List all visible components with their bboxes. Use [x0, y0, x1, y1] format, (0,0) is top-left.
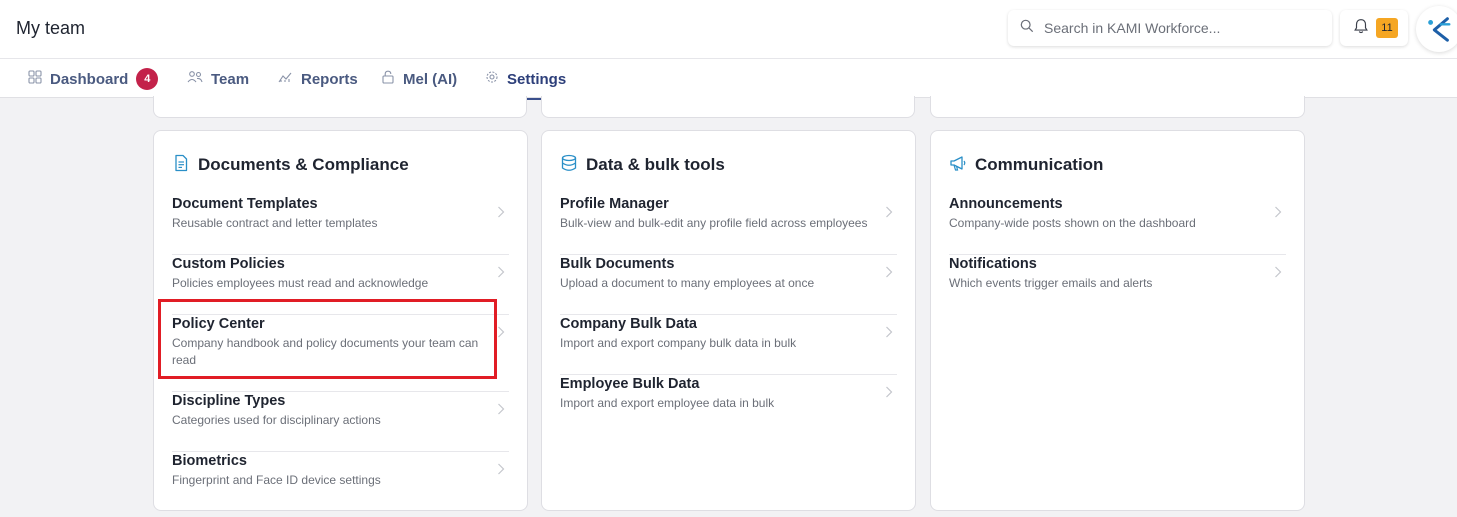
card-communication: Communication Announcements Company-wide… — [930, 130, 1305, 511]
bell-icon — [1352, 17, 1370, 40]
card-header: Documents & Compliance — [172, 131, 509, 195]
gear-icon — [485, 70, 499, 88]
lock-icon — [381, 70, 395, 88]
card-header: Communication — [949, 131, 1286, 195]
dashboard-badge: 4 — [136, 68, 159, 90]
card-title: Communication — [975, 155, 1104, 174]
card-title: Documents & Compliance — [198, 155, 409, 174]
card-data-bulk-tools: Data & bulk tools Profile Manager Bulk-v… — [541, 130, 916, 511]
item-description: Reusable contract and letter templates — [172, 216, 378, 230]
item-title: Discipline Types — [172, 393, 286, 409]
card-above-right — [930, 96, 1305, 118]
kami-logo-icon[interactable] — [1416, 6, 1457, 52]
tab-label: Settings — [507, 70, 567, 88]
item-title: Announcements — [949, 196, 1063, 212]
item-description: Policies employees must read and acknowl… — [172, 276, 429, 290]
settings-item-bulk-documents[interactable]: Bulk Documents Upload a document to many… — [560, 255, 897, 315]
tab-label: Dashboard — [50, 70, 129, 88]
item-description: Import and export employee data in bulk — [560, 396, 775, 410]
settings-item-document-templates[interactable]: Document Templates Reusable contract and… — [172, 195, 509, 255]
tab-team[interactable]: Team — [187, 59, 249, 99]
settings-item-notifications[interactable]: Notifications Which events trigger email… — [949, 255, 1286, 315]
megaphone-icon — [949, 154, 967, 177]
item-title: Bulk Documents — [560, 256, 675, 272]
settings-item-announcements[interactable]: Announcements Company-wide posts shown o… — [949, 195, 1286, 255]
grid-icon — [28, 70, 42, 88]
document-icon — [172, 154, 190, 177]
chevron-right-icon — [497, 205, 505, 223]
card-title: Data & bulk tools — [586, 155, 725, 174]
chevron-right-icon — [885, 205, 893, 223]
item-description: Which events trigger emails and alerts — [949, 276, 1153, 290]
settings-item-biometrics[interactable]: Biometrics Fingerprint and Face ID devic… — [172, 452, 509, 512]
settings-item-employee-bulk-data[interactable]: Employee Bulk Data Import and export emp… — [560, 375, 897, 435]
settings-item-discipline-types[interactable]: Discipline Types Categories used for dis… — [172, 392, 509, 452]
chevron-right-icon — [497, 325, 505, 343]
tab-reports[interactable]: Reports — [277, 59, 358, 99]
item-title: Custom Policies — [172, 256, 285, 272]
search-input[interactable] — [1044, 20, 1324, 36]
tab-dashboard[interactable]: Dashboard 4 — [28, 59, 159, 99]
settings-item-profile-manager[interactable]: Profile Manager Bulk-view and bulk-edit … — [560, 195, 897, 255]
highlight-box-policy-center — [158, 299, 497, 379]
item-title: Company Bulk Data — [560, 316, 697, 332]
item-description: Company-wide posts shown on the dashboar… — [949, 216, 1196, 230]
settings-item-company-bulk-data[interactable]: Company Bulk Data Import and export comp… — [560, 315, 897, 375]
item-title: Document Templates — [172, 196, 318, 212]
notification-count-badge: 11 — [1376, 18, 1398, 38]
tab-label: Mel (AI) — [403, 70, 458, 88]
search-icon — [1020, 19, 1034, 38]
chevron-right-icon — [1274, 205, 1282, 223]
reports-icon — [277, 70, 293, 88]
item-description: Categories used for disciplinary actions — [172, 413, 381, 427]
search-box[interactable] — [1008, 10, 1332, 46]
item-title: Profile Manager — [560, 196, 669, 212]
item-title: Biometrics — [172, 453, 247, 469]
notifications-button[interactable]: 11 — [1340, 10, 1408, 46]
chevron-right-icon — [497, 462, 505, 480]
tab-mel-ai[interactable]: Mel (AI) — [381, 59, 457, 99]
main-nav: Dashboard 4 Team Reports Mel (AI) Settin… — [0, 58, 1457, 100]
top-bar: My team 11 — [0, 0, 1457, 58]
item-description: Upload a document to many employees at o… — [560, 276, 815, 290]
chevron-right-icon — [497, 265, 505, 283]
tab-label: Reports — [301, 70, 358, 88]
item-title: Notifications — [949, 256, 1037, 272]
chevron-right-icon — [1274, 265, 1282, 283]
item-description: Bulk-view and bulk-edit any profile fiel… — [560, 216, 868, 230]
tab-settings[interactable]: Settings — [485, 59, 567, 100]
page-title: My team — [16, 18, 86, 38]
card-above-left — [153, 96, 527, 118]
item-description: Fingerprint and Face ID device settings — [172, 473, 381, 487]
chevron-right-icon — [885, 385, 893, 403]
database-icon — [560, 154, 578, 177]
tab-label: Team — [211, 70, 250, 88]
users-icon — [187, 70, 203, 88]
item-title: Employee Bulk Data — [560, 376, 700, 392]
card-above-center — [541, 96, 915, 118]
chevron-right-icon — [885, 325, 893, 343]
card-header: Data & bulk tools — [560, 131, 897, 195]
chevron-right-icon — [885, 265, 893, 283]
item-description: Import and export company bulk data in b… — [560, 336, 797, 350]
chevron-right-icon — [497, 402, 505, 420]
